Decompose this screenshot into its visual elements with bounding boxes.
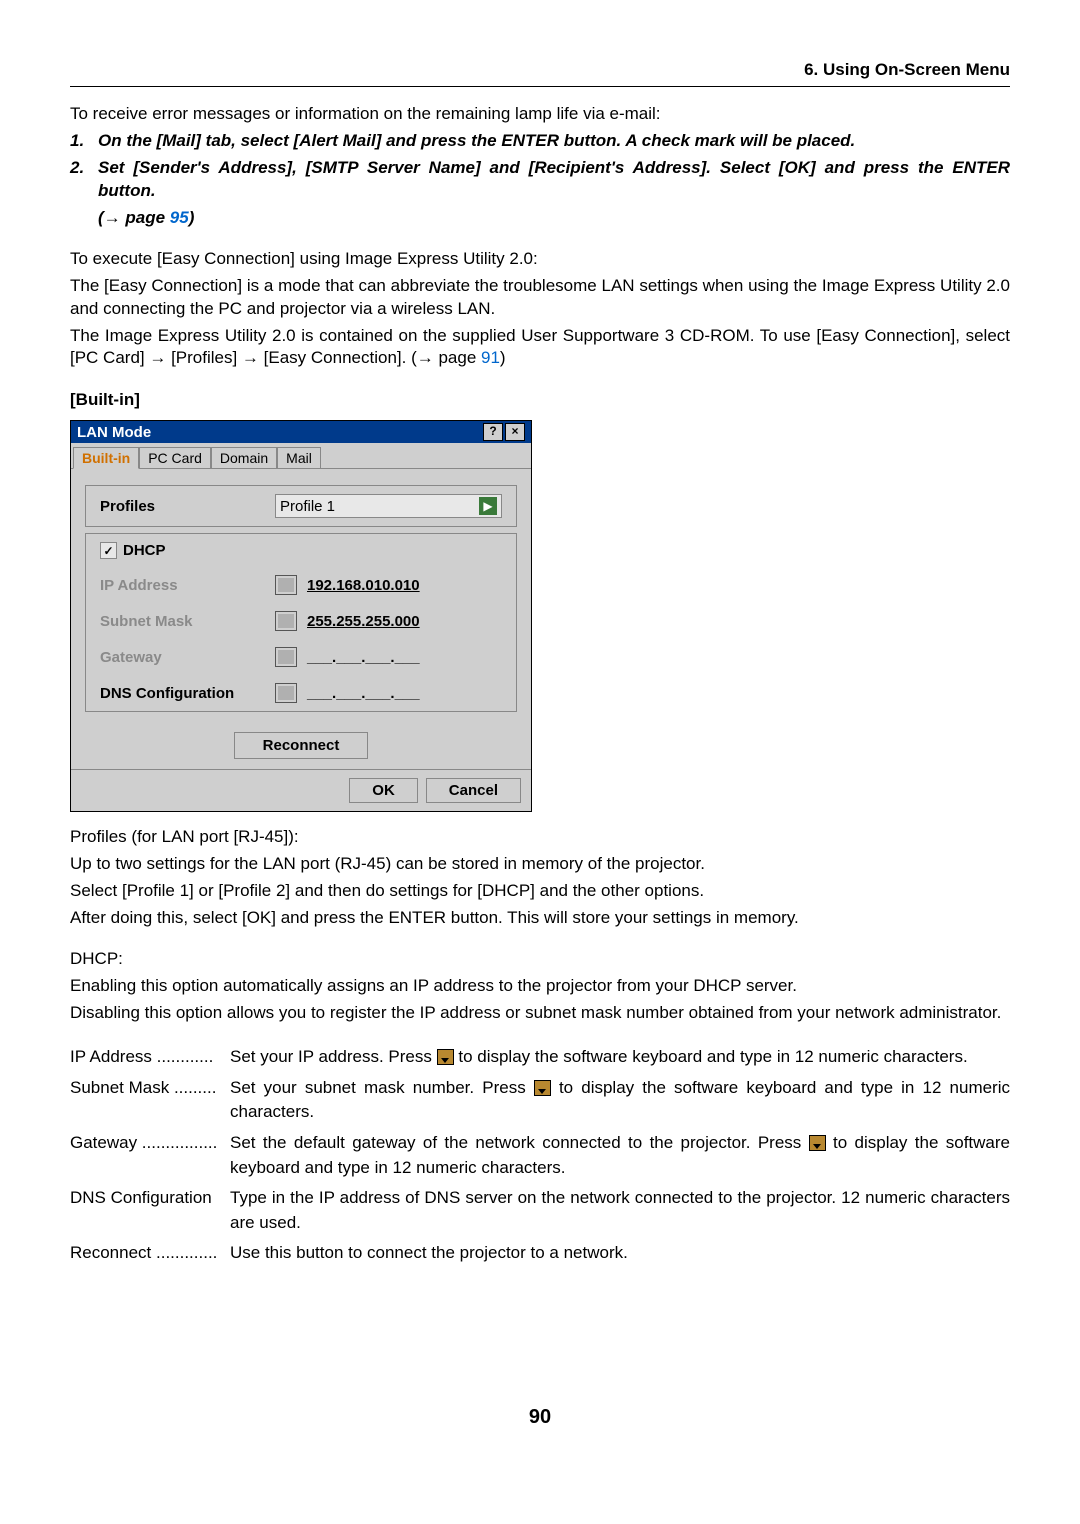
label-dhcp: DHCP xyxy=(123,542,166,559)
def-dns: Type in the IP address of DNS server on … xyxy=(230,1186,1010,1235)
page-ref-link[interactable]: 95 xyxy=(170,208,189,227)
dhcp-checkbox[interactable]: ✓ xyxy=(100,542,117,559)
dhcp-l2: Enabling this option automatically assig… xyxy=(70,975,1010,998)
profile-value: Profile 1 xyxy=(280,498,335,515)
def-term-gateway: Gateway ................ xyxy=(70,1131,230,1180)
easy-l3: The Image Express Utility 2.0 is contain… xyxy=(70,325,1010,371)
page-link-91[interactable]: 91 xyxy=(481,348,500,367)
def-term-ip: IP Address ............ xyxy=(70,1045,230,1070)
def-term-reconnect: Reconnect ............. xyxy=(70,1241,230,1266)
keyboard-icon[interactable] xyxy=(275,647,297,667)
dialog-body: Profiles Profile 1 ▶ ✓ DHCP IP Address 1… xyxy=(71,469,531,769)
row-subnet: Subnet Mask 255.255.255.000 xyxy=(100,603,502,639)
profiles-l1: Profiles (for LAN port [RJ-45]): xyxy=(70,826,1010,849)
subnet-value: 255.255.255.000 xyxy=(307,613,420,630)
row-dhcp: ✓ DHCP xyxy=(100,534,502,567)
def-ip: Set your IP address. Press to display th… xyxy=(230,1045,1010,1070)
page-ref: (→ page 95) xyxy=(70,207,1010,230)
def-subnet: Set your subnet mask number. Press to di… xyxy=(230,1076,1010,1125)
reconnect-row: Reconnect xyxy=(85,718,517,763)
profiles-l2: Up to two settings for the LAN port (RJ-… xyxy=(70,853,1010,876)
keyboard-icon[interactable] xyxy=(275,611,297,631)
page-ref-suffix: ) xyxy=(189,208,195,227)
chevron-right-icon[interactable]: ▶ xyxy=(479,497,497,515)
profiles-l4: After doing this, select [OK] and press … xyxy=(70,907,1010,930)
easy-l1: To execute [Easy Connection] using Image… xyxy=(70,248,1010,271)
dropdown-icon xyxy=(534,1080,551,1096)
step-2-text: Set [Sender's Address], [SMTP Server Nam… xyxy=(98,158,1010,200)
tab-builtin[interactable]: Built-in xyxy=(73,447,139,469)
cancel-button[interactable]: Cancel xyxy=(426,778,521,803)
label-ip: IP Address xyxy=(100,577,275,594)
def-gateway: Set the default gateway of the network c… xyxy=(230,1131,1010,1180)
dropdown-icon xyxy=(437,1049,454,1065)
def-reconnect: Use this button to connect the projector… xyxy=(230,1241,1010,1266)
row-ip: IP Address 192.168.010.010 xyxy=(100,567,502,603)
page-number: 90 xyxy=(70,1406,1010,1429)
tab-mail[interactable]: Mail xyxy=(277,447,321,468)
dns-value: ___.___.___.___ xyxy=(307,685,420,702)
label-gateway: Gateway xyxy=(100,649,275,666)
ip-value: 192.168.010.010 xyxy=(307,577,420,594)
ok-button[interactable]: OK xyxy=(349,778,418,803)
row-profiles: Profiles Profile 1 ▶ xyxy=(100,486,502,526)
dhcp-l1: DHCP: xyxy=(70,948,1010,971)
row-gateway: Gateway ___.___.___.___ xyxy=(100,639,502,675)
tab-domain[interactable]: Domain xyxy=(211,447,277,468)
step-2: 2.Set [Sender's Address], [SMTP Server N… xyxy=(70,157,1010,203)
label-dns: DNS Configuration xyxy=(100,685,275,702)
gateway-value: ___.___.___.___ xyxy=(307,649,420,666)
section-header: 6. Using On-Screen Menu xyxy=(70,60,1010,87)
intro-line: To receive error messages or information… xyxy=(70,103,1010,126)
lan-mode-dialog: LAN Mode ? × Built-in PC Card Domain Mai… xyxy=(70,420,532,812)
def-term-subnet: Subnet Mask ......... xyxy=(70,1076,230,1125)
reconnect-button[interactable]: Reconnect xyxy=(234,732,369,759)
keyboard-icon[interactable] xyxy=(275,575,297,595)
dropdown-icon xyxy=(809,1135,826,1151)
keyboard-icon[interactable] xyxy=(275,683,297,703)
step-1: 1.On the [Mail] tab, select [Alert Mail]… xyxy=(70,130,1010,153)
def-term-dns: DNS Configuration xyxy=(70,1186,230,1235)
easy-l2: The [Easy Connection] is a mode that can… xyxy=(70,275,1010,321)
dialog-footer: OK Cancel xyxy=(71,769,531,811)
profiles-dropdown[interactable]: Profile 1 ▶ xyxy=(275,494,502,518)
close-icon[interactable]: × xyxy=(505,423,525,441)
definitions: IP Address ............ Set your IP addr… xyxy=(70,1045,1010,1266)
dialog-title: LAN Mode xyxy=(77,424,151,441)
builtin-heading: [Built-in] xyxy=(70,390,1010,410)
easy-l3a: The Image Express Utility 2.0 is contain… xyxy=(70,326,1010,368)
label-subnet: Subnet Mask xyxy=(100,613,275,630)
profiles-l3: Select [Profile 1] or [Profile 2] and th… xyxy=(70,880,1010,903)
page-ref-prefix: (→ page xyxy=(98,208,170,227)
label-profiles: Profiles xyxy=(100,498,275,515)
step-1-text: On the [Mail] tab, select [Alert Mail] a… xyxy=(98,131,855,150)
easy-l3c: ) xyxy=(500,348,506,367)
tab-pccard[interactable]: PC Card xyxy=(139,447,211,468)
dhcp-l3: Disabling this option allows you to regi… xyxy=(70,1002,1010,1025)
tab-strip: Built-in PC Card Domain Mail xyxy=(71,443,531,469)
row-dns: DNS Configuration ___.___.___.___ xyxy=(100,675,502,711)
dialog-titlebar: LAN Mode ? × xyxy=(71,421,531,443)
help-icon[interactable]: ? xyxy=(483,423,503,441)
